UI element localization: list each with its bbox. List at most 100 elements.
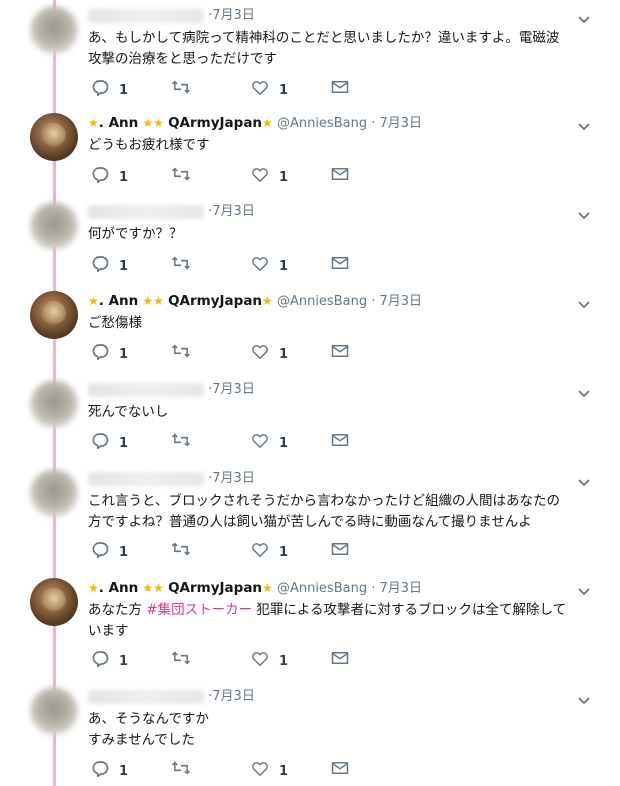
reply-count: 1 xyxy=(119,435,129,451)
chevron-down-icon[interactable] xyxy=(578,116,590,131)
tweet-date[interactable]: 7月3日 xyxy=(212,204,255,219)
author-handle[interactable]: @AnniesBang xyxy=(277,581,367,596)
direct-message-button[interactable] xyxy=(331,164,349,184)
like-count: 1 xyxy=(279,544,289,560)
star-emoji-icon: ★ xyxy=(262,294,273,308)
avatar[interactable] xyxy=(30,6,78,54)
author-name[interactable]: . Ann xyxy=(99,293,139,309)
tweet-date[interactable]: 7月3日 xyxy=(212,471,255,486)
reply-button[interactable]: 1 xyxy=(91,430,129,451)
author-name[interactable]: . Ann xyxy=(99,580,139,596)
author-handle[interactable]: @AnniesBang xyxy=(277,294,367,309)
star-emoji-icon: ★ xyxy=(142,294,154,308)
tweet-date[interactable]: 7月3日 xyxy=(212,8,255,23)
text-segment: 犯罪による攻撃者に対するブロックは全て解除して xyxy=(252,602,567,618)
heart-icon xyxy=(251,343,269,360)
avatar[interactable] xyxy=(30,687,78,735)
tweet-date[interactable]: 7月3日 xyxy=(380,294,423,309)
retweet-button[interactable] xyxy=(171,253,191,273)
avatar[interactable] xyxy=(30,291,78,339)
tweet-text: どうもお疲れ様です xyxy=(88,135,588,156)
heart-icon xyxy=(251,79,269,96)
chevron-down-icon[interactable] xyxy=(578,383,590,398)
chevron-down-icon[interactable] xyxy=(578,294,590,309)
tweet-header: ·7月3日 xyxy=(88,7,255,25)
like-button[interactable]: 1 xyxy=(251,164,288,185)
envelope-icon xyxy=(331,80,349,94)
star-emoji-icon: ★ xyxy=(262,581,273,595)
blurred-author-name[interactable] xyxy=(88,471,204,486)
reply-icon xyxy=(91,342,109,360)
blurred-author-name[interactable] xyxy=(88,8,204,23)
tweet-text-line: どうもお疲れ様です xyxy=(88,137,210,153)
reply-button[interactable]: 1 xyxy=(91,77,128,98)
like-button[interactable]: 1 xyxy=(251,430,288,451)
avatar[interactable] xyxy=(30,380,78,428)
tweet-date[interactable]: 7月3日 xyxy=(212,689,255,704)
reply-button[interactable]: 1 xyxy=(91,758,128,779)
blurred-author-name[interactable] xyxy=(88,689,204,704)
like-button[interactable]: 1 xyxy=(251,758,288,779)
direct-message-button[interactable] xyxy=(331,253,349,273)
tweet-date[interactable]: 7月3日 xyxy=(380,581,423,596)
avatar[interactable] xyxy=(30,469,78,517)
retweet-button[interactable] xyxy=(171,430,191,450)
retweet-button[interactable] xyxy=(171,164,191,184)
author-name-suffix[interactable]: QArmyJapan xyxy=(168,293,262,309)
chevron-down-icon[interactable] xyxy=(578,472,590,487)
like-button[interactable]: 1 xyxy=(251,648,288,669)
tweet-date[interactable]: 7月3日 xyxy=(380,116,423,131)
reply-button[interactable]: 1 xyxy=(91,253,129,274)
direct-message-button[interactable] xyxy=(331,648,349,668)
direct-message-button[interactable] xyxy=(331,430,349,450)
avatar[interactable] xyxy=(30,113,78,161)
reply-button[interactable]: 1 xyxy=(91,164,129,185)
avatar[interactable] xyxy=(30,578,78,626)
like-button[interactable]: 1 xyxy=(251,539,289,560)
direct-message-button[interactable] xyxy=(331,758,349,778)
reply-icon xyxy=(91,759,109,777)
tweet-text-line: 攻撃の治療をと思っただけです xyxy=(88,51,277,67)
tweet-actions: 11 xyxy=(88,253,388,274)
reply-icon xyxy=(91,649,109,667)
chevron-down-icon[interactable] xyxy=(578,690,590,705)
star-emoji-icon: ★ xyxy=(142,581,154,595)
tweet-text: あ、そうなんですか すみませんでした xyxy=(88,709,588,751)
like-button[interactable]: 1 xyxy=(251,341,289,362)
retweet-button[interactable] xyxy=(171,341,191,361)
hashtag-link[interactable]: #集団ストーカー xyxy=(146,602,252,618)
tweet-date[interactable]: 7月3日 xyxy=(212,382,255,397)
retweet-button[interactable] xyxy=(171,648,191,668)
retweet-button[interactable] xyxy=(171,77,191,97)
heart-icon xyxy=(251,432,269,449)
retweet-icon xyxy=(171,649,191,667)
direct-message-button[interactable] xyxy=(331,77,349,97)
retweet-icon xyxy=(171,342,191,360)
direct-message-button[interactable] xyxy=(331,341,349,361)
reply-count: 1 xyxy=(119,258,129,274)
author-handle[interactable]: @AnniesBang xyxy=(277,116,367,131)
retweet-button[interactable] xyxy=(171,539,191,559)
author-name-suffix[interactable]: QArmyJapan xyxy=(168,580,262,596)
avatar[interactable] xyxy=(30,202,78,250)
reply-icon xyxy=(91,431,109,449)
author-name-suffix[interactable]: QArmyJapan xyxy=(168,115,262,131)
reply-count: 1 xyxy=(119,169,129,185)
chevron-down-icon[interactable] xyxy=(578,581,590,596)
author-name[interactable]: . Ann xyxy=(99,115,139,131)
like-count: 1 xyxy=(279,346,289,362)
like-button[interactable]: 1 xyxy=(251,77,288,98)
reply-button[interactable]: 1 xyxy=(91,648,128,669)
chevron-down-icon[interactable] xyxy=(578,9,590,24)
reply-button[interactable]: 1 xyxy=(91,539,128,560)
heart-icon xyxy=(251,760,269,777)
reply-button[interactable]: 1 xyxy=(91,341,128,362)
retweet-button[interactable] xyxy=(171,758,191,778)
blurred-author-name[interactable] xyxy=(88,204,204,219)
chevron-down-icon[interactable] xyxy=(578,205,590,220)
direct-message-button[interactable] xyxy=(331,539,349,559)
reply-icon xyxy=(91,165,109,183)
like-button[interactable]: 1 xyxy=(251,253,288,274)
reply-icon xyxy=(91,78,109,96)
blurred-author-name[interactable] xyxy=(88,382,204,397)
